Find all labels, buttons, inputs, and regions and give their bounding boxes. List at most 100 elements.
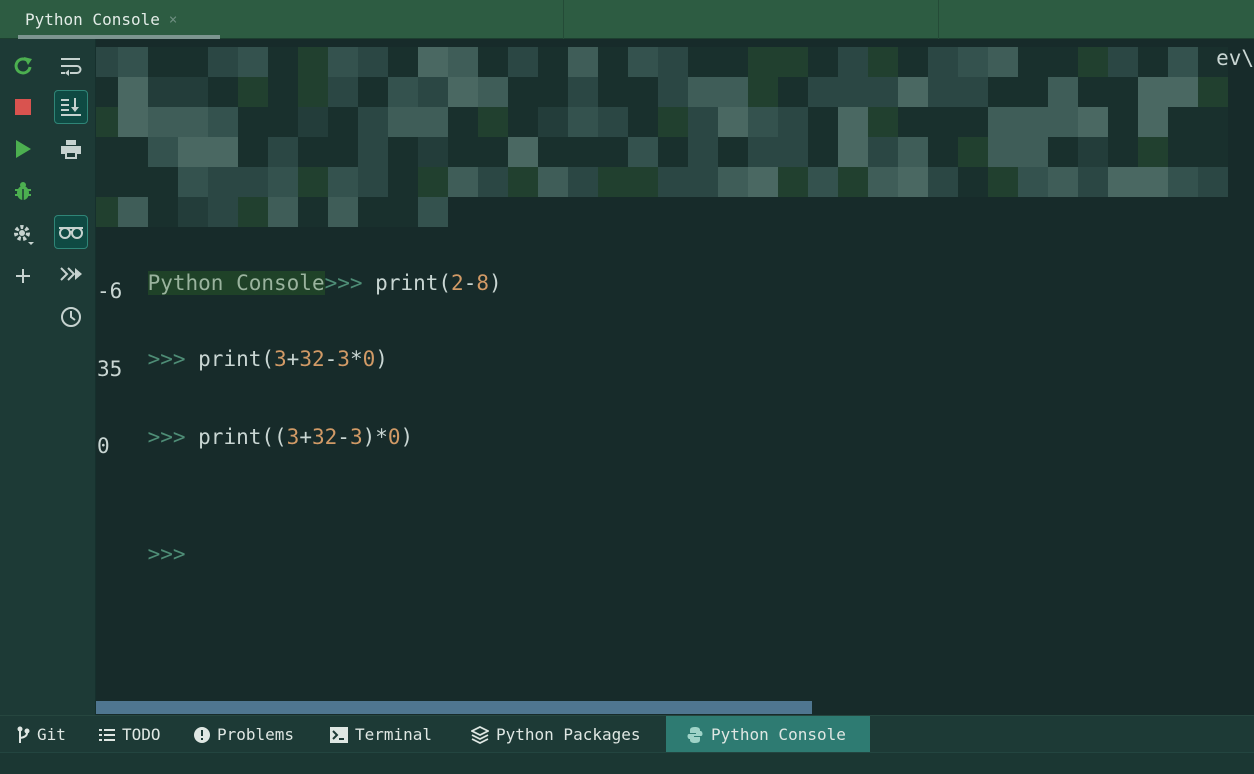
execute-selection-button[interactable] [54,257,88,291]
console-output-line: 35 [97,357,123,381]
debug-icon [15,182,31,200]
redaction-pixel [688,137,718,167]
redaction-pixel [748,167,778,197]
print-button[interactable] [54,132,88,166]
redaction-pixel [778,167,808,197]
console-input-line[interactable]: >>> [97,509,186,566]
tab-python-console[interactable]: Python Console × [9,0,220,39]
status-bar [0,752,1254,774]
console-toolbar [0,39,96,715]
redaction-pixel [148,167,178,197]
redaction-pixel [1108,107,1138,137]
problems-icon [194,726,210,743]
prompt: >>> [324,271,376,295]
settings-button[interactable] [6,217,40,251]
redaction-pixel [148,137,178,167]
redaction-pixel [238,197,268,227]
print-icon [61,140,81,159]
redaction-pixel [628,107,658,137]
redaction-pixel [358,107,388,137]
redaction-pixel [538,47,568,77]
bottom-tab-terminal[interactable]: Terminal [322,716,452,753]
redaction-pixel [418,47,448,77]
redaction-pixel [508,77,538,107]
redaction-pixel [1018,167,1048,197]
redaction-pixel [898,47,928,77]
redaction-pixel [1168,137,1198,167]
redaction-pixel [838,167,868,197]
redaction-pixel [568,137,598,167]
redaction-pixel [178,107,208,137]
packages-icon [471,725,489,744]
stop-button[interactable] [6,90,40,124]
redaction-pixel [358,77,388,107]
redaction-pixel [568,107,598,137]
debug-button[interactable] [6,174,40,208]
console-label: Python Console [147,271,325,295]
redaction-pixel [268,137,298,167]
bottom-tab-problems[interactable]: Problems [186,716,314,753]
horizontal-scrollbar[interactable] [96,701,812,714]
redaction-pixel [1138,77,1168,107]
redaction-pixel [958,167,988,197]
redaction-pixel [208,137,238,167]
redaction-pixel [118,197,148,227]
redaction-pixel [658,167,688,197]
redaction-pixel [328,167,358,197]
console-output[interactable]: ev\ Python Console>>> print(2-8) -6 >>> … [96,39,1254,715]
redaction-pixel [238,167,268,197]
redaction-pixel [118,167,148,197]
redaction-pixel [868,77,898,107]
redaction-pixel [928,77,958,107]
history-button[interactable] [54,300,88,334]
tab-title: Python Console [25,10,160,29]
redaction-pixel [568,47,598,77]
redaction-pixel [178,137,208,167]
redaction-pixel [208,167,238,197]
redaction-pixel [958,47,988,77]
bottom-tab-todo[interactable]: TODO [90,716,176,753]
redaction-pixel [688,107,718,137]
redaction-pixel [748,137,778,167]
redaction-pixel [388,107,418,137]
redaction-pixel [448,107,478,137]
redaction-pixel [538,137,568,167]
redaction-pixel [628,77,658,107]
bottom-tab-python-console[interactable]: Python Console [666,716,870,753]
redaction-pixel [298,167,328,197]
close-icon[interactable]: × [169,12,177,28]
redaction-pixel [1078,167,1108,197]
redaction-pixel [928,47,958,77]
redaction-pixel [268,197,298,227]
show-variables-button[interactable] [54,215,88,249]
redaction-pixel [178,197,208,227]
redaction-pixel [298,197,328,227]
redaction-pixel [958,137,988,167]
redaction-pixel [688,47,718,77]
soft-wrap-button[interactable] [54,49,88,83]
run-button[interactable] [6,132,40,166]
redaction-pixel [658,47,688,77]
redaction-pixel [238,137,268,167]
rerun-button[interactable] [6,49,40,83]
bottom-tab-git[interactable]: Git [8,716,88,753]
redaction-pixel [508,47,538,77]
redaction-pixel [778,47,808,77]
add-console-button[interactable] [6,259,40,293]
redaction-pixel [1018,107,1048,137]
redaction-pixel [718,107,748,137]
console-line: >>> print((3+32-3)*0) [147,425,414,449]
redaction-pixel [1198,137,1228,167]
scroll-to-end-button[interactable] [54,90,88,124]
redaction-pixel [958,107,988,137]
redaction-pixel [928,137,958,167]
redaction-pixel [298,137,328,167]
redaction-pixel [868,137,898,167]
redaction-pixel [1138,137,1168,167]
redaction-pixel [118,47,148,77]
redaction-pixel [1018,137,1048,167]
redaction-pixel [448,137,478,167]
bottom-tab-python-packages[interactable]: Python Packages [462,716,662,753]
redaction-pixel [96,47,118,77]
execute-selection-icon [60,267,82,281]
